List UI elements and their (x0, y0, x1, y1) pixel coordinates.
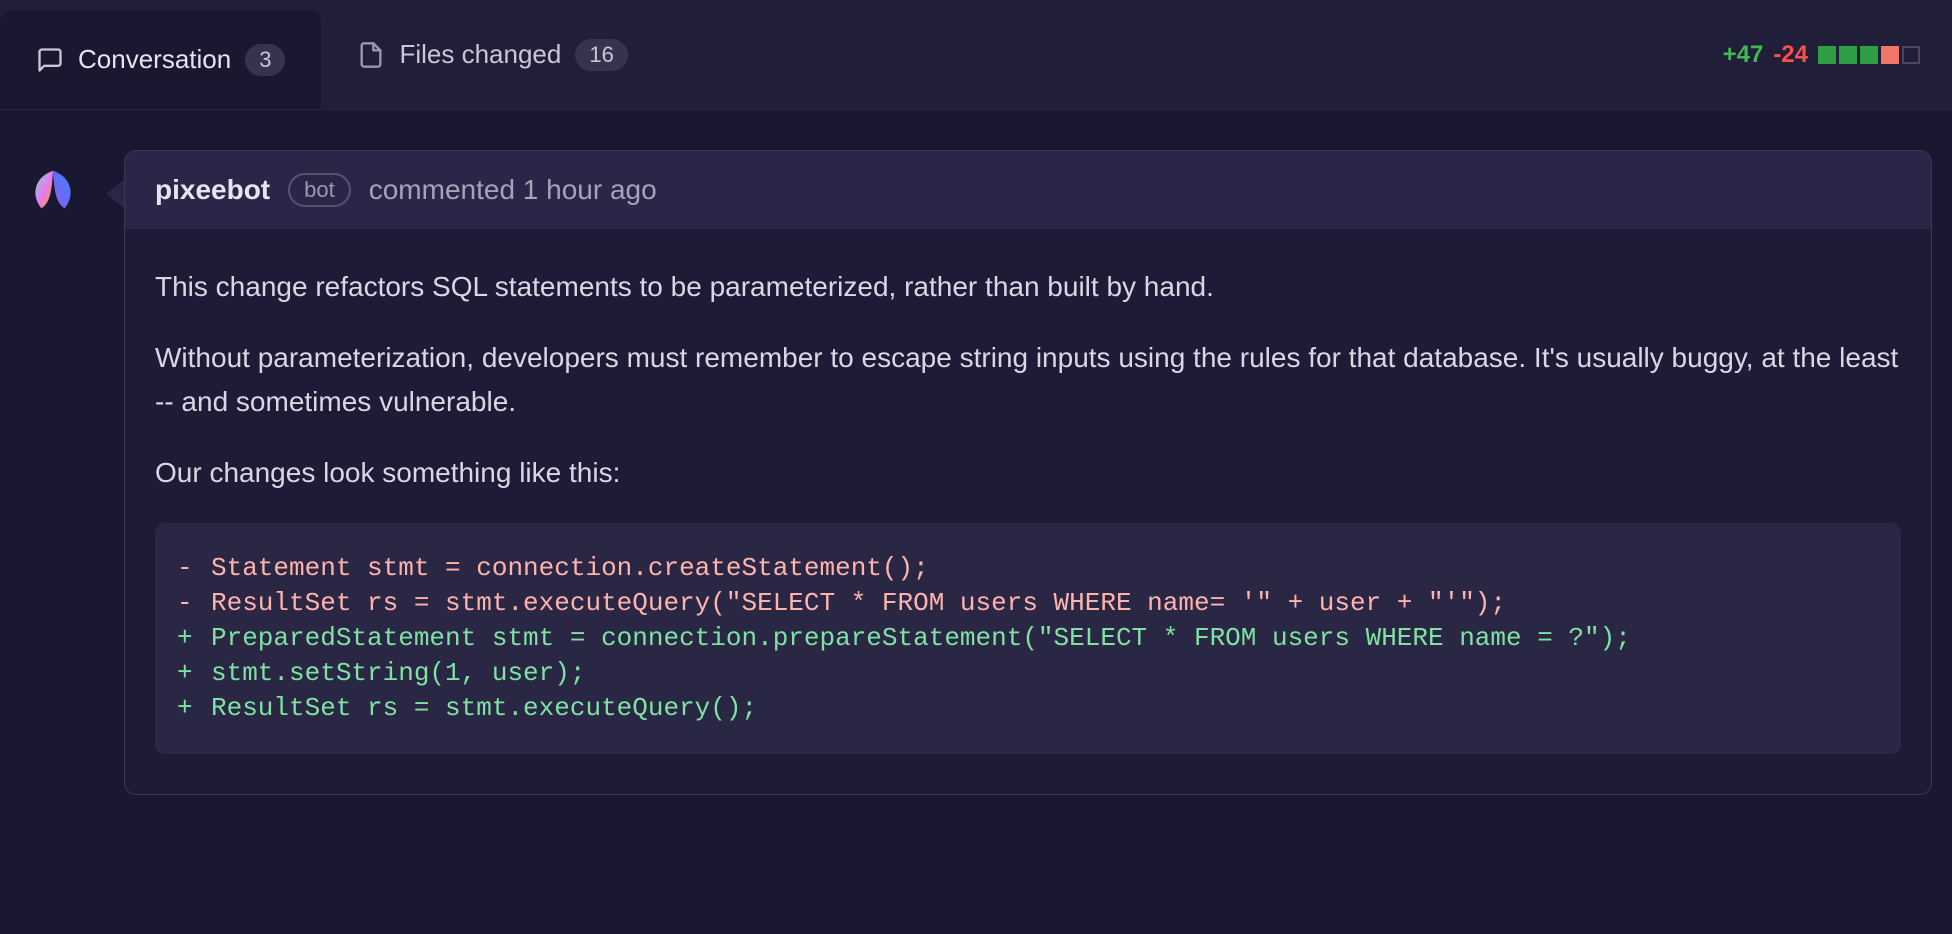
tab-conversation-count: 3 (245, 44, 285, 76)
comment-icon (36, 46, 64, 74)
code-line: +PreparedStatement stmt = connection.pre… (177, 621, 1877, 656)
comment-paragraph: Without parameterization, developers mus… (155, 336, 1901, 423)
comment-meta: commented 1 hour ago (369, 174, 657, 206)
bot-badge: bot (288, 173, 351, 207)
tab-files-changed[interactable]: Files changed 16 (321, 0, 663, 109)
diff-square (1881, 46, 1899, 64)
tab-conversation-label: Conversation (78, 44, 231, 75)
code-line: +ResultSet rs = stmt.executeQuery(); (177, 691, 1877, 726)
tab-files-changed-label: Files changed (399, 39, 561, 70)
tabs-bar: Conversation 3 Files changed 16 +47 -24 (0, 0, 1952, 110)
code-line: -Statement stmt = connection.createState… (177, 551, 1877, 586)
comment-paragraph: Our changes look something like this: (155, 451, 1901, 494)
diff-square (1860, 46, 1878, 64)
code-line: +stmt.setString(1, user); (177, 656, 1877, 691)
tab-files-changed-count: 16 (575, 39, 627, 71)
diff-square (1818, 46, 1836, 64)
diff-square (1902, 46, 1920, 64)
comment-thread: pixeebot bot commented 1 hour ago This c… (0, 110, 1952, 795)
diffstat-additions: +47 (1723, 41, 1764, 69)
comment-header: pixeebot bot commented 1 hour ago (125, 151, 1931, 229)
comment-box: pixeebot bot commented 1 hour ago This c… (124, 150, 1932, 795)
code-line: -ResultSet rs = stmt.executeQuery("SELEC… (177, 586, 1877, 621)
tab-conversation[interactable]: Conversation 3 (0, 10, 321, 109)
file-diff-icon (357, 41, 385, 69)
comment-arrow-icon (106, 180, 124, 208)
diffstat-squares (1818, 46, 1920, 64)
comment-author[interactable]: pixeebot (155, 174, 270, 206)
avatar[interactable] (18, 156, 88, 226)
diffstat-deletions: -24 (1773, 41, 1808, 69)
code-block: -Statement stmt = connection.createState… (155, 523, 1901, 754)
comment-paragraph: This change refactors SQL statements to … (155, 265, 1901, 308)
comment-body: This change refactors SQL statements to … (125, 229, 1931, 794)
diff-square (1839, 46, 1857, 64)
diffstat: +47 -24 (1723, 41, 1940, 69)
